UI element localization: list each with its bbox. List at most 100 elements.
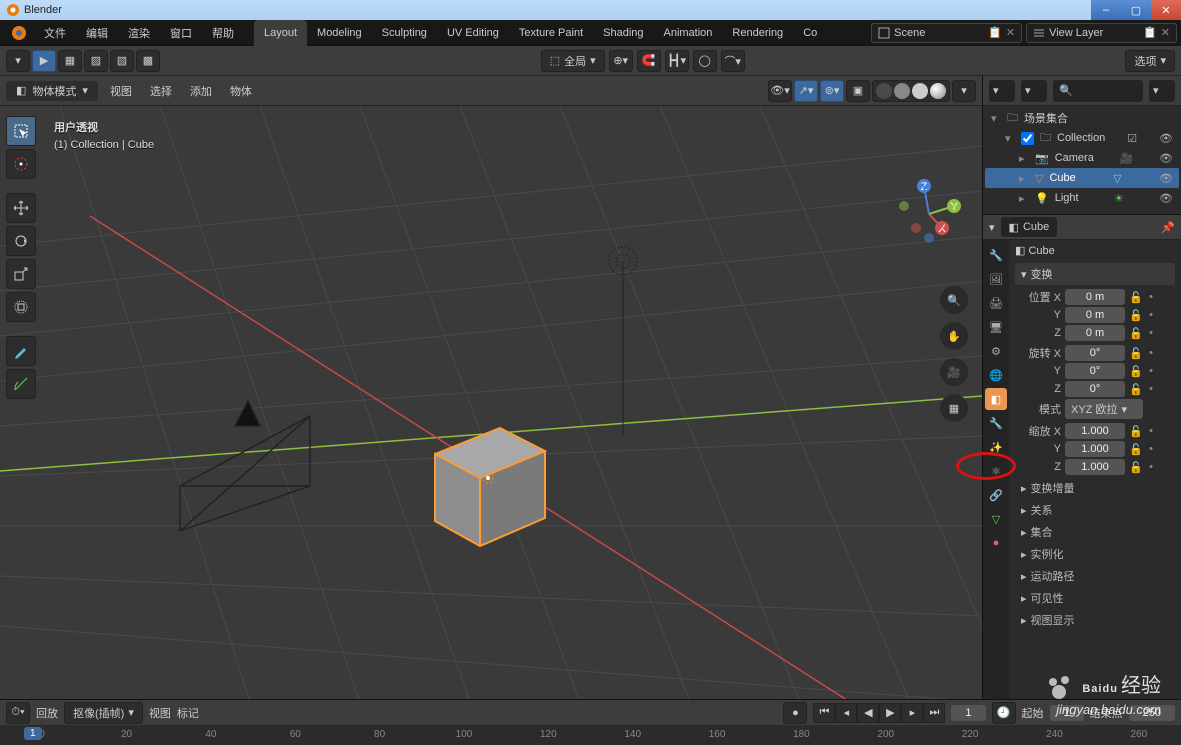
disclosure-triangle-icon[interactable]: ▾ xyxy=(991,112,1001,125)
shading-rendered-button[interactable] xyxy=(930,83,946,99)
keyframe-dot-icon[interactable]: • xyxy=(1147,309,1155,321)
panel-transform-header[interactable]: ▾变换 xyxy=(1015,263,1175,285)
timeline-keying-dropdown[interactable]: 抠像(插帧)▾ xyxy=(64,702,143,724)
light-data-icon[interactable]: ☀ xyxy=(1114,192,1124,205)
panel-viewport-display[interactable]: ▸ 视图显示 xyxy=(1015,609,1175,631)
tool-move[interactable] xyxy=(6,193,36,223)
prop-tab-tool[interactable]: 🔧 xyxy=(985,244,1007,266)
shading-solid-button[interactable] xyxy=(894,83,910,99)
camera-view-button[interactable]: 🎥 xyxy=(940,358,968,386)
mesh-data-icon[interactable]: ▽ xyxy=(1113,172,1121,185)
transform-orientation-dropdown[interactable]: ⬚ 全局 ▾ xyxy=(541,50,605,72)
timeline-marker-menu[interactable]: 标记 xyxy=(177,705,199,721)
window-close-button[interactable]: ✕ xyxy=(1151,0,1181,20)
editor-type-outliner-button[interactable]: ▾ xyxy=(989,80,1015,102)
outliner-scene-collection[interactable]: ▾ 🗀 场景集合 xyxy=(985,108,1179,128)
scale-y-field[interactable]: 1.000 xyxy=(1065,441,1125,457)
delete-scene-icon[interactable]: ✕ xyxy=(1006,26,1015,39)
menu-edit[interactable]: 编辑 xyxy=(76,20,118,46)
snap-toggle[interactable]: 🧲 xyxy=(637,50,661,72)
rotation-mode-dropdown[interactable]: XYZ 欧拉▾ xyxy=(1065,399,1143,419)
visibility-eye-icon[interactable]: 👁 xyxy=(1159,152,1173,165)
object-name-field[interactable]: ◧ Cube xyxy=(1015,244,1175,257)
menu-render[interactable]: 渲染 xyxy=(118,20,160,46)
menu-file[interactable]: 文件 xyxy=(34,20,76,46)
select-mode-intersect-icon[interactable]: ▩ xyxy=(136,50,160,72)
prop-tab-scene[interactable]: ⚙ xyxy=(985,340,1007,362)
jump-end-button[interactable]: ⏭ xyxy=(923,703,945,723)
navigation-gizmo[interactable]: X Y Z xyxy=(894,176,964,246)
window-maximize-button[interactable]: ▢ xyxy=(1121,0,1151,20)
prop-tab-constraints[interactable]: 🔗 xyxy=(985,484,1007,506)
prop-tab-data[interactable]: ▽ xyxy=(985,508,1007,530)
lock-icon[interactable]: 🔓 xyxy=(1129,291,1143,304)
outliner-search-input[interactable] xyxy=(1077,85,1137,97)
rotation-z-field[interactable]: 0° xyxy=(1065,381,1125,397)
playhead-marker[interactable]: 1 xyxy=(24,727,42,740)
lock-icon[interactable]: 🔓 xyxy=(1129,347,1143,360)
collection-enable-checkbox[interactable] xyxy=(1021,132,1034,145)
visibility-eye-icon[interactable]: 👁 xyxy=(1159,172,1173,185)
panel-collections[interactable]: ▸ 集合 xyxy=(1015,521,1175,543)
rotation-y-field[interactable]: 0° xyxy=(1065,363,1125,379)
viewlayer-name-input[interactable] xyxy=(1049,27,1139,39)
menu-add[interactable]: 添加 xyxy=(184,83,218,99)
prop-tab-object[interactable]: ◧ xyxy=(985,388,1007,410)
lock-icon[interactable]: 🔓 xyxy=(1129,309,1143,322)
tool-cursor[interactable] xyxy=(6,149,36,179)
pivot-point-dropdown[interactable]: ⊕▾ xyxy=(609,50,633,72)
outliner-collection[interactable]: ▾ 🗀 Collection ☑ 👁 xyxy=(985,128,1179,148)
pin-icon[interactable]: 📌 xyxy=(1161,221,1175,234)
scene-selector[interactable]: 📋 ✕ xyxy=(871,23,1022,43)
scale-x-field[interactable]: 1.000 xyxy=(1065,423,1125,439)
rotation-x-field[interactable]: 0° xyxy=(1065,345,1125,361)
overlays-toggle[interactable]: ⊚▾ xyxy=(820,80,844,102)
perspective-toggle-button[interactable]: ▦ xyxy=(940,394,968,422)
shading-material-button[interactable] xyxy=(912,83,928,99)
new-viewlayer-icon[interactable]: 📋 xyxy=(1143,26,1157,39)
panel-visibility[interactable]: ▸ 可见性 xyxy=(1015,587,1175,609)
lock-icon[interactable]: 🔓 xyxy=(1129,443,1143,456)
outliner-item-light[interactable]: ▸ 💡 Light ☀ 👁 xyxy=(985,188,1179,208)
prop-tab-render[interactable]: 🖼 xyxy=(985,268,1007,290)
keyframe-dot-icon[interactable]: • xyxy=(1147,461,1155,473)
current-frame-field[interactable]: 1 xyxy=(951,705,985,721)
outliner-item-cube[interactable]: ▸ ▽ Cube ▽ 👁 xyxy=(985,168,1179,188)
tab-sculpting[interactable]: Sculpting xyxy=(372,20,437,46)
play-reverse-button[interactable]: ◀ xyxy=(857,703,879,723)
keyframe-prev-button[interactable]: ◂ xyxy=(835,703,857,723)
menu-select[interactable]: 选择 xyxy=(144,83,178,99)
pan-button[interactable]: ✋ xyxy=(940,322,968,350)
outliner-item-camera[interactable]: ▸ 📷 Camera 🎥 👁 xyxy=(985,148,1179,168)
keyframe-dot-icon[interactable]: • xyxy=(1147,383,1155,395)
keyframe-dot-icon[interactable]: • xyxy=(1147,291,1155,303)
new-scene-icon[interactable]: 📋 xyxy=(988,26,1002,39)
jump-start-button[interactable]: ⏮ xyxy=(813,703,835,723)
window-minimize-button[interactable]: – xyxy=(1091,0,1121,20)
autokey-toggle[interactable]: ● xyxy=(783,702,807,724)
properties-breadcrumb[interactable]: ◧ Cube xyxy=(1001,217,1058,237)
tab-rendering[interactable]: Rendering xyxy=(722,20,793,46)
menu-window[interactable]: 窗口 xyxy=(160,20,202,46)
scale-z-field[interactable]: 1.000 xyxy=(1065,459,1125,475)
tool-select-box[interactable] xyxy=(6,116,36,146)
shading-wireframe-button[interactable] xyxy=(876,83,892,99)
keyframe-dot-icon[interactable]: • xyxy=(1147,327,1155,339)
tab-modeling[interactable]: Modeling xyxy=(307,20,372,46)
panel-delta-transform[interactable]: ▸ 变换增量 xyxy=(1015,477,1175,499)
zoom-button[interactable]: 🔍 xyxy=(940,286,968,314)
viewport-3d[interactable]: 用户透视 (1) Collection | Cube X Y Z � xyxy=(0,106,982,699)
visibility-eye-icon[interactable]: 👁 xyxy=(1159,132,1173,145)
panel-relations[interactable]: ▸ 关系 xyxy=(1015,499,1175,521)
play-forward-button[interactable]: ▶ xyxy=(879,703,901,723)
outliner-search[interactable]: 🔍 xyxy=(1053,80,1143,102)
tab-animation[interactable]: Animation xyxy=(654,20,723,46)
prop-tab-world[interactable]: 🌐 xyxy=(985,364,1007,386)
tool-rotate[interactable] xyxy=(6,226,36,256)
timeline-ruler[interactable]: 1 0 20 40 60 80 100 120 140 160 180 200 … xyxy=(0,725,1181,745)
camera-data-icon[interactable]: 🎥 xyxy=(1120,152,1134,165)
editor-type-3dviewport-button[interactable]: ▾ xyxy=(6,50,30,72)
tool-scale[interactable] xyxy=(6,259,36,289)
lock-icon[interactable]: 🔓 xyxy=(1129,425,1143,438)
editor-type-properties-button[interactable]: ▾ xyxy=(989,221,995,234)
